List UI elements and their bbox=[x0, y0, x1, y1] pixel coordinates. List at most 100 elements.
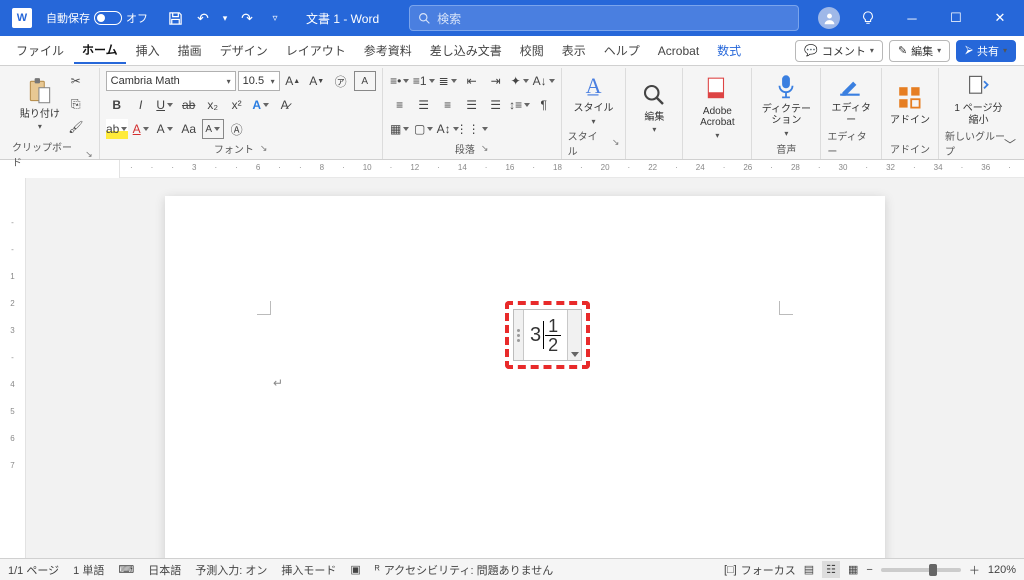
status-language[interactable]: 日本語 bbox=[148, 562, 181, 578]
zoom-slider[interactable] bbox=[881, 568, 961, 572]
text-effects-button[interactable]: A bbox=[250, 95, 272, 115]
strike-button[interactable]: ab bbox=[178, 95, 200, 115]
font-color-button[interactable]: A bbox=[130, 119, 152, 139]
autosave-toggle[interactable]: 自動保存 オフ bbox=[40, 8, 154, 28]
tab-review[interactable]: 校閲 bbox=[512, 38, 552, 63]
sort-button[interactable]: A↓ bbox=[533, 71, 555, 91]
enclose-chars-button[interactable]: A bbox=[354, 71, 376, 91]
enclose-circle-button[interactable]: Ⓐ bbox=[226, 119, 248, 139]
show-marks-button[interactable]: ¶ bbox=[533, 95, 555, 115]
equation-content[interactable]: 3 1 2 bbox=[524, 310, 567, 360]
change-case-button[interactable]: Aa bbox=[178, 119, 200, 139]
tab-acrobat[interactable]: Acrobat bbox=[650, 40, 707, 62]
qat-customize[interactable]: ▿ bbox=[264, 7, 286, 29]
status-predictive[interactable]: 予測入力: オン bbox=[195, 562, 267, 578]
shading-button[interactable]: ▦ bbox=[389, 119, 411, 139]
char-border-button[interactable]: A bbox=[202, 119, 224, 139]
addins-button[interactable]: アドイン bbox=[888, 83, 932, 127]
maximize-button[interactable]: ☐ bbox=[936, 0, 976, 36]
vertical-ruler[interactable]: --123-4567 bbox=[0, 178, 26, 558]
tab-references[interactable]: 参考資料 bbox=[356, 38, 420, 63]
equation-move-handle[interactable] bbox=[514, 310, 524, 360]
tab-file[interactable]: ファイル bbox=[8, 38, 72, 63]
close-button[interactable]: ✕ bbox=[980, 0, 1020, 36]
dialog-launcher-icon[interactable]: ↘ bbox=[481, 143, 489, 154]
zoom-out-button[interactable]: − bbox=[866, 564, 872, 576]
tab-draw[interactable]: 描画 bbox=[170, 38, 210, 63]
font-name-combo[interactable]: Cambria Math▾ bbox=[106, 71, 236, 91]
cut-button[interactable]: ✂ bbox=[65, 71, 87, 91]
numbering-button[interactable]: ≡1 bbox=[413, 71, 435, 91]
shrink-font-button[interactable]: A▼ bbox=[306, 71, 328, 91]
tab-mailings[interactable]: 差し込み文書 bbox=[422, 38, 510, 63]
decrease-indent-button[interactable]: ⇤ bbox=[461, 71, 483, 91]
status-focus[interactable]: [□] フォーカス bbox=[724, 562, 796, 578]
status-text-predictions-icon[interactable]: ⌨ bbox=[118, 563, 134, 576]
redo-button[interactable]: ↷ bbox=[236, 7, 258, 29]
tab-design[interactable]: デザイン bbox=[212, 38, 276, 63]
highlight-button[interactable]: ab bbox=[106, 119, 128, 139]
align-center-button[interactable]: ☰ bbox=[413, 95, 435, 115]
zoom-in-button[interactable]: ＋ bbox=[969, 562, 980, 578]
horizontal-ruler[interactable]: ···3··6··8·10·12·14·16·18·20·22·24·26·28… bbox=[120, 160, 1024, 178]
format-painter-button[interactable]: 🖌 bbox=[65, 117, 87, 137]
subscript-button[interactable]: x₂ bbox=[202, 95, 224, 115]
equation-object[interactable]: 3 1 2 bbox=[513, 309, 582, 361]
view-web-layout[interactable]: ▦ bbox=[848, 563, 858, 576]
copy-button[interactable]: ⎘ bbox=[65, 94, 87, 114]
editor-button[interactable]: エディター bbox=[829, 71, 873, 126]
minimize-button[interactable]: ─ bbox=[892, 0, 932, 36]
line-spacing-button[interactable]: ↕≡ bbox=[509, 95, 531, 115]
collapse-ribbon-button[interactable]: ﹀ bbox=[1004, 136, 1016, 153]
status-page[interactable]: 1/1 ページ bbox=[8, 562, 59, 578]
status-accessibility[interactable]: ᴿ アクセシビリティ: 問題ありません bbox=[375, 562, 554, 578]
help-lightbulb-icon[interactable] bbox=[848, 0, 888, 36]
bold-button[interactable]: B bbox=[106, 95, 128, 115]
comments-button[interactable]: 💬 コメント ▾ bbox=[795, 40, 883, 62]
multilevel-button[interactable]: ≣ bbox=[437, 71, 459, 91]
bullets-button[interactable]: ≡• bbox=[389, 71, 411, 91]
distribute-button[interactable]: ☰ bbox=[485, 95, 507, 115]
align-right-button[interactable]: ≡ bbox=[437, 95, 459, 115]
status-macro-icon[interactable]: ▣ bbox=[350, 563, 360, 576]
save-icon[interactable] bbox=[164, 7, 186, 29]
undo-dropdown[interactable]: ▾ bbox=[220, 7, 230, 29]
equation-options-dropdown[interactable] bbox=[567, 310, 581, 360]
paragraph-settings-button[interactable]: ⋮⋮ bbox=[461, 119, 483, 139]
search-box[interactable]: 検索 bbox=[409, 5, 799, 31]
find-replace-button[interactable]: 編集▾ bbox=[632, 80, 676, 135]
tab-help[interactable]: ヘルプ bbox=[596, 38, 648, 63]
zoom-level[interactable]: 120% bbox=[988, 564, 1016, 576]
tab-insert[interactable]: 挿入 bbox=[128, 38, 168, 63]
font-size-combo[interactable]: 10.5▾ bbox=[238, 71, 280, 91]
dictation-button[interactable]: ディクテーション▾ bbox=[758, 72, 814, 138]
justify-button[interactable]: ☰ bbox=[461, 95, 483, 115]
clear-formatting-button[interactable]: A̷ bbox=[274, 95, 296, 115]
styles-button[interactable]: A̲ スタイル▾ bbox=[572, 71, 616, 126]
adobe-acrobat-button[interactable]: Adobe Acrobat▾ bbox=[689, 74, 745, 140]
phonetic-guide-button[interactable]: ㋐ bbox=[330, 71, 352, 91]
tab-home[interactable]: ホーム bbox=[74, 37, 126, 64]
char-shading-button[interactable]: A bbox=[154, 119, 176, 139]
dialog-launcher-icon[interactable]: ↘ bbox=[85, 149, 93, 160]
dialog-launcher-icon[interactable]: ↘ bbox=[260, 143, 268, 154]
underline-button[interactable]: U bbox=[154, 95, 176, 115]
superscript-button[interactable]: x² bbox=[226, 95, 248, 115]
grow-font-button[interactable]: A▲ bbox=[282, 71, 304, 91]
dialog-launcher-icon[interactable]: ↘ bbox=[612, 137, 620, 148]
paste-button[interactable]: 貼り付け ▾ bbox=[18, 77, 62, 132]
asian-layout-button[interactable]: ✦ bbox=[509, 71, 531, 91]
increase-indent-button[interactable]: ⇥ bbox=[485, 71, 507, 91]
share-button[interactable]: ⮚ 共有 ▾ bbox=[956, 40, 1016, 62]
tab-view[interactable]: 表示 bbox=[554, 38, 594, 63]
editing-mode-button[interactable]: ✎ 編集 ▾ bbox=[889, 40, 950, 62]
view-print-layout[interactable]: ☷ bbox=[822, 561, 840, 578]
align-left-button[interactable]: ≡ bbox=[389, 95, 411, 115]
italic-button[interactable]: I bbox=[130, 95, 152, 115]
borders-button[interactable]: ▢ bbox=[413, 119, 435, 139]
view-read-mode[interactable]: ▤ bbox=[804, 563, 814, 576]
page-canvas[interactable]: ↵ 3 1 2 bbox=[26, 178, 1024, 558]
shrink-one-page-button[interactable]: 1 ページ分縮小 bbox=[952, 71, 1004, 126]
status-insert-mode[interactable]: 挿入モード bbox=[281, 562, 336, 578]
tab-layout[interactable]: レイアウト bbox=[278, 38, 354, 63]
